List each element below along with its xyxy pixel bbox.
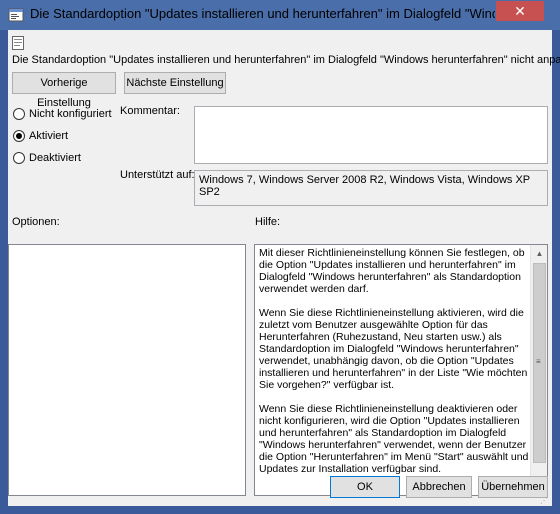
- help-paragraph: Mit dieser Richtlinieneinstellung können…: [259, 247, 525, 295]
- radio-label: Nicht konfiguriert: [29, 108, 112, 120]
- window-title: Die Standardoption "Updates installieren…: [30, 6, 495, 21]
- radio-disabled[interactable]: Deaktiviert: [13, 152, 81, 164]
- radio-not-configured[interactable]: Nicht konfiguriert: [13, 108, 112, 120]
- apply-button[interactable]: Übernehmen: [478, 476, 548, 498]
- policy-heading: Die Standardoption "Updates installieren…: [12, 54, 560, 66]
- title-bar[interactable]: Die Standardoption "Updates installieren…: [0, 0, 560, 30]
- scroll-up-arrow-icon[interactable]: ▲: [531, 245, 547, 262]
- previous-setting-button[interactable]: Vorherige Einstellung: [12, 72, 116, 109]
- comment-label: Kommentar:: [120, 105, 180, 117]
- help-text: Mit dieser Richtlinieneinstellung können…: [259, 247, 531, 487]
- ok-button[interactable]: OK: [330, 476, 400, 498]
- scroll-thumb[interactable]: ≡: [533, 263, 546, 463]
- help-scrollbar[interactable]: ▲ ≡ ▼: [530, 245, 547, 495]
- radio-label: Aktiviert: [29, 130, 69, 142]
- resize-grip-icon[interactable]: ⋰: [540, 496, 550, 506]
- radio-circle-selected[interactable]: [13, 130, 25, 142]
- radio-enabled[interactable]: Aktiviert: [13, 130, 68, 142]
- radio-circle[interactable]: [13, 152, 25, 164]
- help-paragraph: Wenn Sie diese Richtlinieneinstellung de…: [259, 403, 529, 475]
- supported-on-field: Windows 7, Windows Server 2008 R2, Windo…: [194, 170, 548, 206]
- help-paragraph: Wenn Sie diese Richtlinieneinstellung ak…: [259, 307, 528, 391]
- cancel-button[interactable]: Abbrechen: [406, 476, 472, 498]
- comment-textarea[interactable]: [194, 106, 548, 164]
- supported-label: Unterstützt auf:: [120, 169, 195, 181]
- options-panel: [8, 244, 246, 496]
- policy-settings-icon: [8, 8, 24, 22]
- options-label: Optionen:: [12, 216, 60, 228]
- dialog-body: Die Standardoption "Updates installieren…: [8, 30, 560, 506]
- close-button[interactable]: ✕: [496, 1, 544, 21]
- radio-circle[interactable]: [13, 108, 25, 120]
- dialog-window: Die Standardoption "Updates installieren…: [0, 0, 560, 514]
- grip-icon: ≡: [536, 357, 541, 366]
- radio-label: Deaktiviert: [29, 152, 81, 164]
- help-label: Hilfe:: [255, 216, 281, 228]
- policy-document-icon: [12, 36, 24, 50]
- supported-on-value: Windows 7, Windows Server 2008 R2, Windo…: [199, 174, 530, 198]
- next-setting-button[interactable]: Nächste Einstellung: [124, 72, 226, 94]
- help-panel: Mit dieser Richtlinieneinstellung können…: [254, 244, 548, 496]
